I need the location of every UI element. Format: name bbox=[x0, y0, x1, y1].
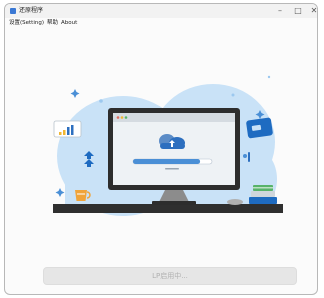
status-progress-button[interactable]: LP启用中... bbox=[43, 267, 297, 285]
credit-card-icon bbox=[246, 117, 273, 139]
pin-icon bbox=[248, 152, 250, 162]
desk bbox=[53, 204, 283, 213]
books-icon bbox=[249, 185, 277, 204]
status-label: LP启用中... bbox=[152, 272, 188, 280]
illustration bbox=[53, 75, 283, 216]
mouse-icon bbox=[227, 199, 243, 205]
app-window: 还原程序 – □ ✕ 设置(Setting) 帮助 About LP启用中... bbox=[4, 3, 318, 295]
bar-chart-icon bbox=[53, 120, 82, 138]
